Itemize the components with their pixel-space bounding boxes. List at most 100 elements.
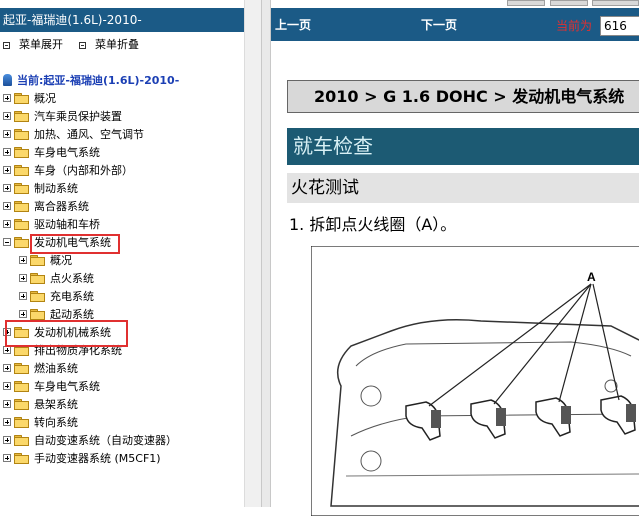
- tree-node-label: 燃油系统: [34, 362, 78, 375]
- expand-icon[interactable]: [3, 112, 11, 120]
- folder-icon: [14, 128, 29, 140]
- folder-icon: [14, 218, 29, 230]
- tree-node-label: 离合器系统: [34, 200, 89, 213]
- expand-icon[interactable]: [3, 382, 11, 390]
- expand-icon[interactable]: [19, 292, 27, 300]
- tree-node-label: 车身电气系统: [34, 146, 100, 159]
- tree-node-clutch[interactable]: 离合器系统: [3, 197, 89, 215]
- highlight-box-engine-mechanical: [5, 320, 128, 347]
- folder-icon: [14, 164, 29, 176]
- folder-icon: [30, 290, 45, 302]
- figure-callout-label: A: [587, 270, 596, 284]
- page-number-input[interactable]: [600, 16, 639, 36]
- panel-splitter[interactable]: [261, 0, 271, 507]
- folder-icon: [30, 254, 45, 266]
- tree-node-brake[interactable]: 制动系统: [3, 179, 78, 197]
- engine-ignition-coil-figure: A: [311, 246, 639, 516]
- tree-node-label: 加热、通风、空气调节: [34, 128, 144, 141]
- tree-node-hvac[interactable]: 加热、通风、空气调节: [3, 125, 144, 143]
- menu-collapse-button[interactable]: 菜单折叠: [79, 37, 139, 53]
- expand-icon[interactable]: [19, 256, 27, 264]
- tree-node-label: 充电系统: [50, 290, 94, 303]
- expand-icon[interactable]: [19, 310, 27, 318]
- current-vehicle-node[interactable]: 当前:起亚-福瑞迪(1.6L)-2010-: [3, 72, 179, 88]
- current-vehicle-label: 当前:起亚-福瑞迪(1.6L)-2010-: [17, 74, 180, 87]
- tree-subnode-ignition[interactable]: 点火系统: [19, 269, 94, 287]
- folder-icon: [30, 272, 45, 284]
- folder-icon: [14, 92, 29, 104]
- vehicle-icon: [3, 74, 12, 86]
- expand-icon[interactable]: [3, 418, 11, 426]
- tree-node-body-electrical-2[interactable]: 车身电气系统: [3, 377, 100, 395]
- folder-icon: [14, 146, 29, 158]
- expand-icon[interactable]: [3, 436, 11, 444]
- tree-node-label: 汽车乘员保护装置: [34, 110, 122, 123]
- tree-node-overview[interactable]: 概况: [3, 89, 56, 107]
- tree-node-label: 手动变速器系统 (M5CF1): [34, 452, 161, 465]
- expand-icon[interactable]: [3, 400, 11, 408]
- folder-icon: [14, 380, 29, 392]
- folder-icon: [14, 434, 29, 446]
- toolbar-edge: [592, 0, 639, 6]
- toolbar-edge: [507, 0, 545, 6]
- folder-icon: [14, 398, 29, 410]
- prev-page-button[interactable]: 上一页: [275, 16, 311, 33]
- expand-icon[interactable]: [3, 364, 11, 372]
- tree-node-label: 车身（内部和外部）: [34, 164, 133, 177]
- tree-node-label: 概况: [50, 254, 72, 267]
- tree-node-fuel[interactable]: 燃油系统: [3, 359, 78, 377]
- folder-icon: [14, 416, 29, 428]
- collapse-all-icon: [79, 41, 86, 49]
- tree-node-label: 制动系统: [34, 182, 78, 195]
- folder-icon: [14, 182, 29, 194]
- section-heading: 就车检查: [287, 128, 639, 165]
- expand-icon[interactable]: [3, 454, 11, 462]
- expand-icon[interactable]: [3, 346, 11, 354]
- manual-title: 起亚-福瑞迪(1.6L)-2010-: [0, 8, 244, 32]
- tree-node-label: 悬架系统: [34, 398, 78, 411]
- expand-icon[interactable]: [3, 184, 11, 192]
- tree-subnode-charging[interactable]: 充电系统: [19, 287, 94, 305]
- tree-node-label: 概况: [34, 92, 56, 105]
- folder-icon: [14, 452, 29, 464]
- tree-node-label: 自动变速系统（自动变速器）: [34, 434, 177, 447]
- folder-icon: [14, 200, 29, 212]
- menu-expand-label: 菜单展开: [19, 38, 63, 51]
- procedure-step: 1. 拆卸点火线圈（A）。: [289, 215, 457, 234]
- tree-node-body[interactable]: 车身（内部和外部）: [3, 161, 133, 179]
- tree-node-label: 转向系统: [34, 416, 78, 429]
- expand-icon[interactable]: [19, 274, 27, 282]
- menu-collapse-label: 菜单折叠: [95, 38, 139, 51]
- tree-node-occupant-protection[interactable]: 汽车乘员保护装置: [3, 107, 122, 125]
- expand-all-icon: [3, 41, 10, 49]
- left-panel-scrollbar[interactable]: [244, 0, 261, 507]
- menu-expand-button[interactable]: 菜单展开: [3, 37, 63, 53]
- left-navigation-panel: 起亚-福瑞迪(1.6L)-2010- 菜单展开 菜单折叠 当前:起亚-福瑞迪(1…: [0, 0, 244, 507]
- expand-icon[interactable]: [3, 166, 11, 174]
- current-page-label: 当前为: [556, 19, 593, 33]
- tree-node-manual-transmission[interactable]: 手动变速器系统 (M5CF1): [3, 449, 161, 467]
- next-page-button[interactable]: 下一页: [421, 16, 457, 33]
- highlight-box-engine-electrical: [30, 234, 120, 254]
- expand-icon[interactable]: [3, 202, 11, 210]
- expand-icon[interactable]: [3, 94, 11, 102]
- folder-icon: [30, 308, 45, 320]
- tree-node-steering[interactable]: 转向系统: [3, 413, 78, 431]
- tree-node-automatic-transmission[interactable]: 自动变速系统（自动变速器）: [3, 431, 177, 449]
- document-breadcrumb: 2010 > G 1.6 DOHC > 发动机电气系统: [287, 80, 639, 113]
- toolbar-edge: [550, 0, 588, 6]
- expand-icon[interactable]: [3, 148, 11, 156]
- subsection-heading: 火花测试: [287, 173, 639, 203]
- expand-icon[interactable]: [3, 130, 11, 138]
- tree-node-body-electrical[interactable]: 车身电气系统: [3, 143, 100, 161]
- tree-node-label: 驱动轴和车桥: [34, 218, 100, 231]
- folder-open-icon: [14, 236, 29, 248]
- collapse-icon[interactable]: [3, 238, 11, 246]
- tree-node-driveshaft-axle[interactable]: 驱动轴和车桥: [3, 215, 100, 233]
- tree-node-suspension[interactable]: 悬架系统: [3, 395, 78, 413]
- tree-node-label: 点火系统: [50, 272, 94, 285]
- folder-icon: [14, 110, 29, 122]
- folder-icon: [14, 362, 29, 374]
- tree-node-label: 车身电气系统: [34, 380, 100, 393]
- expand-icon[interactable]: [3, 220, 11, 228]
